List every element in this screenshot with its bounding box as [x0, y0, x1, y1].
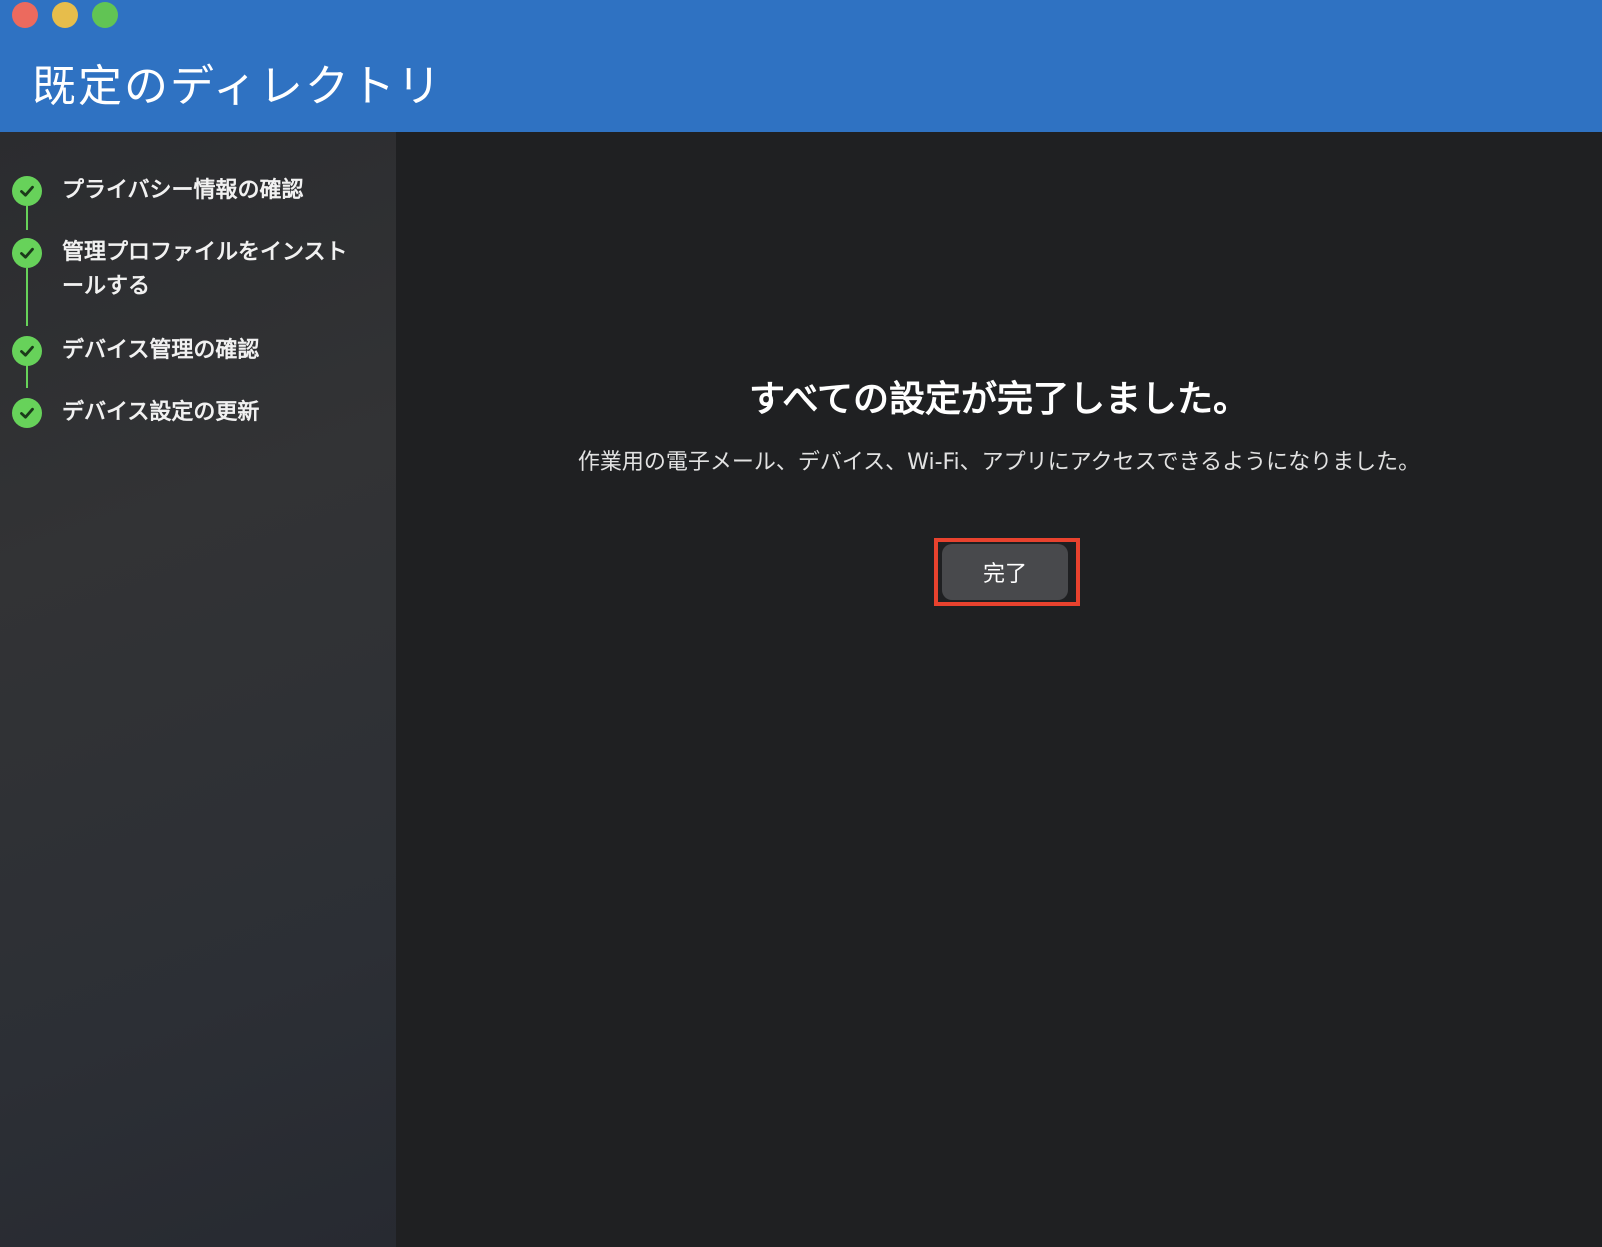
completion-description: 作業用の電子メール、デバイス、Wi-Fi、アプリにアクセスできるようになりました… [577, 450, 1421, 475]
step-label: 管理プロファイルをインストールする [62, 240, 348, 299]
step-connector [26, 206, 28, 230]
check-icon [12, 336, 42, 366]
step-label: プライバシー情報の確認 [62, 178, 304, 203]
check-icon [12, 398, 42, 428]
step-label: デバイス設定の更新 [62, 400, 260, 425]
main-content: すべての設定が完了しました。 作業用の電子メール、デバイス、Wi-Fi、アプリに… [396, 132, 1602, 1247]
maximize-window-button[interactable] [92, 2, 118, 28]
app-window: 既定のディレクトリ プライバシー情報の確認 管理プロファイルをインストールする [0, 0, 1602, 1247]
window-controls [12, 2, 118, 28]
step-label: デバイス管理の確認 [62, 338, 260, 363]
step-device-management: デバイス管理の確認 [12, 336, 382, 368]
header-bar: 既定のディレクトリ [0, 0, 1602, 132]
step-device-settings-update: デバイス設定の更新 [12, 398, 382, 430]
close-window-button[interactable] [12, 2, 38, 28]
sidebar: プライバシー情報の確認 管理プロファイルをインストールする デバイス管理の確認 … [0, 132, 396, 1247]
done-button[interactable]: 完了 [942, 544, 1068, 600]
app-title: 既定のディレクトリ [32, 61, 443, 112]
completion-title: すべての設定が完了しました。 [748, 379, 1250, 420]
minimize-window-button[interactable] [52, 2, 78, 28]
check-icon [12, 176, 42, 206]
step-install-profile: 管理プロファイルをインストールする [12, 238, 382, 304]
check-icon [12, 238, 42, 268]
done-button-highlight: 完了 [934, 538, 1080, 606]
step-privacy-review: プライバシー情報の確認 [12, 176, 382, 208]
